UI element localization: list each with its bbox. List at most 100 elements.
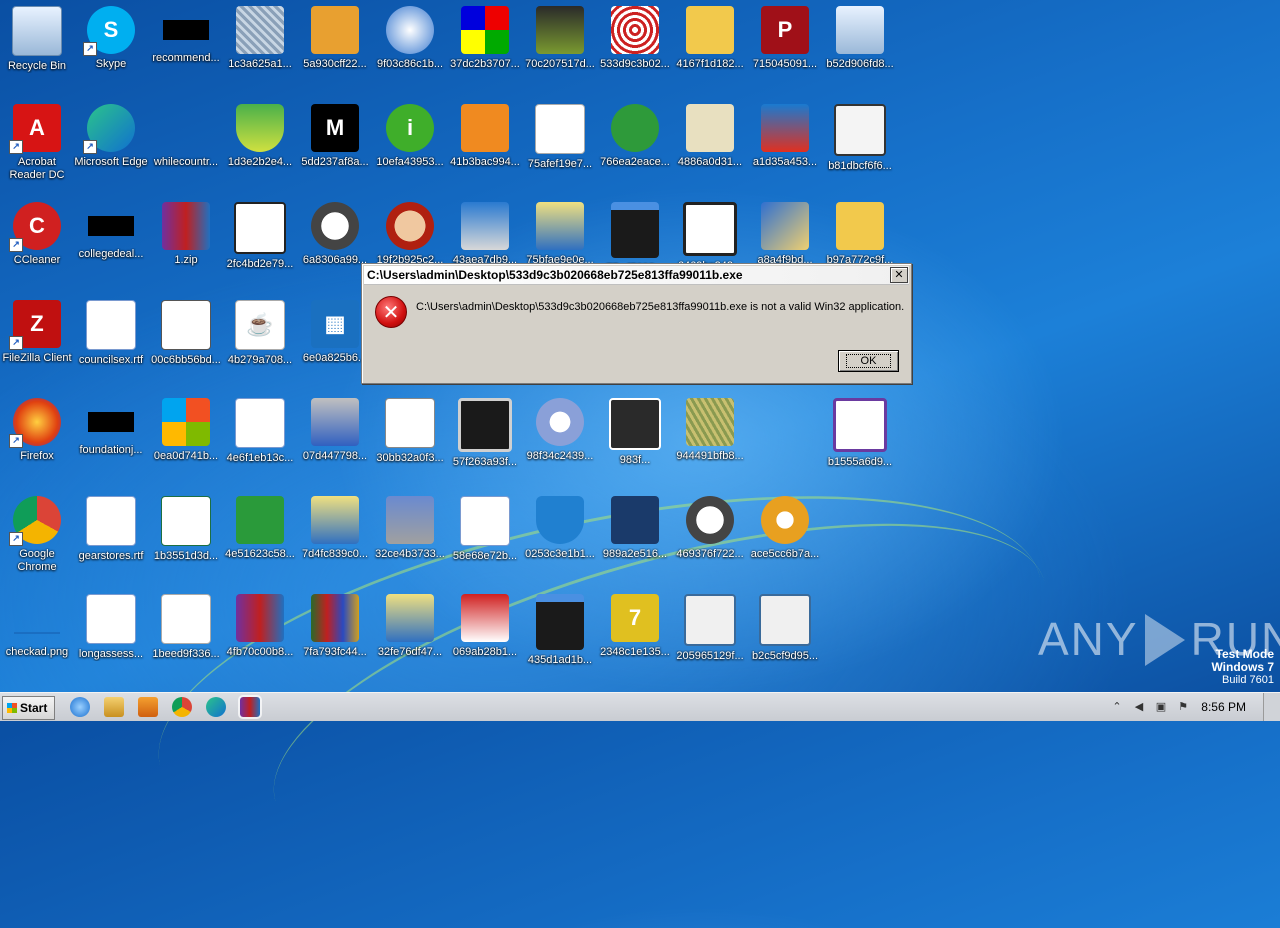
- desktop-icon[interactable]: 435d1ad1b...: [523, 588, 597, 678]
- desktop-icon[interactable]: 4fb70c00b8...: [223, 588, 297, 678]
- desktop-icon[interactable]: 1c3a625a1...: [223, 0, 297, 90]
- desktop-icon[interactable]: 7fa793fc44...: [298, 588, 372, 678]
- dialog-titlebar[interactable]: C:\Users\admin\Desktop\533d9c3b020668eb7…: [364, 266, 909, 285]
- desktop-icon[interactable]: 4e6f1eb13c...: [223, 392, 297, 482]
- taskbar-chrome-icon[interactable]: [172, 697, 192, 717]
- desktop-icon-label: whilecountr...: [153, 156, 219, 168]
- clapper-icon: [536, 594, 584, 650]
- desktop-icon[interactable]: 9f03c86c1b...: [373, 0, 447, 90]
- desktop-icon[interactable]: C ↗ CCleaner: [0, 196, 74, 286]
- desktop-icon[interactable]: ace5cc6b7a...: [748, 490, 822, 580]
- desktop-icon[interactable]: 069ab28b1...: [448, 588, 522, 678]
- desktop-icon[interactable]: M 5dd237af8a...: [298, 98, 372, 188]
- clock[interactable]: 8:56 PM: [1201, 700, 1246, 714]
- taskbar-ie-icon[interactable]: [70, 697, 90, 717]
- desktop-icon-label: 4b279a708...: [227, 354, 293, 366]
- desktop-icon[interactable]: Recycle Bin: [0, 0, 74, 90]
- desktop-icon-label: 32fe76df47...: [377, 646, 443, 658]
- desktop-icon[interactable]: 75afef19e7...: [523, 98, 597, 188]
- desktop-icon[interactable]: b52d906fd8...: [823, 0, 897, 90]
- desktop-icon[interactable]: longassess...: [74, 588, 148, 678]
- desktop-icon[interactable]: b81dbcf6f6...: [823, 98, 897, 188]
- desktop-icon[interactable]: foundationj...: [74, 392, 148, 482]
- desktop-icon[interactable]: 57f263a93f...: [448, 392, 522, 482]
- desktop-icon[interactable]: 70c207517d...: [523, 0, 597, 90]
- network-icon[interactable]: ▣: [1154, 700, 1168, 714]
- desktop-icon[interactable]: S ↗ Skype: [74, 0, 148, 90]
- desktop-icon[interactable]: 0253c3e1b1...: [523, 490, 597, 580]
- word-doc-icon: [235, 398, 285, 448]
- desktop-icon[interactable]: 5a930cff22...: [298, 0, 372, 90]
- folder-icon: [686, 6, 734, 54]
- desktop-icon[interactable]: 32fe76df47...: [373, 588, 447, 678]
- desktop-icon-label: 41b3bac994...: [450, 156, 520, 168]
- desktop-icon-label: 944491bfb8...: [676, 450, 744, 462]
- desktop-icon-label: 57f263a93f...: [452, 456, 518, 468]
- desktop-icon[interactable]: 2fc4bd2e79...: [223, 196, 297, 286]
- desktop-icon[interactable]: 4e51623c58...: [223, 490, 297, 580]
- desktop-icon[interactable]: 944491bfb8...: [673, 392, 747, 482]
- installer-cd-icon: [536, 398, 584, 446]
- desktop-icon[interactable]: ↗ Google Chrome: [0, 490, 74, 580]
- desktop-icon[interactable]: 205965129f...: [673, 588, 747, 678]
- chrome-icon: ↗: [9, 496, 61, 546]
- desktop-icon[interactable]: 766ea2eace...: [598, 98, 672, 188]
- desktop-icon[interactable]: councilsex.rtf: [74, 294, 148, 384]
- desktop-icon[interactable]: 30bb32a0f3...: [373, 392, 447, 482]
- desktop-icon-label: 0253c3e1b1...: [525, 548, 595, 560]
- desktop-icon[interactable]: Z ↗ FileZilla Client: [0, 294, 74, 384]
- desktop-icon[interactable]: 1b3551d3d...: [149, 490, 223, 580]
- desktop-icon[interactable]: A ↗ Acrobat Reader DC: [0, 98, 74, 188]
- desktop-icon[interactable]: 4886a0d31...: [673, 98, 747, 188]
- flag-icon[interactable]: ⚑: [1176, 700, 1190, 714]
- desktop-icon[interactable]: ↗ Microsoft Edge: [74, 98, 148, 188]
- desktop-icon[interactable]: 1d3e2b2e4...: [223, 98, 297, 188]
- desktop-icon[interactable]: checkad.png: [0, 588, 74, 678]
- desktop-icon[interactable]: 7 2348c1e135...: [598, 588, 672, 678]
- desktop-icon[interactable]: 41b3bac994...: [448, 98, 522, 188]
- ok-button[interactable]: OK: [838, 350, 899, 372]
- desktop-icon-label: FileZilla Client: [2, 352, 72, 364]
- taskbar-winrar-icon[interactable]: [238, 695, 262, 719]
- dialog-close-button[interactable]: ✕: [890, 267, 908, 283]
- desktop-icon[interactable]: 469376f722...: [673, 490, 747, 580]
- desktop-icon[interactable]: 1.zip: [149, 196, 223, 286]
- desktop-icon[interactable]: 4167f1d182...: [673, 0, 747, 90]
- desktop-icon[interactable]: 32ce4b3733...: [373, 490, 447, 580]
- desktop-icon[interactable]: collegedeal...: [74, 196, 148, 286]
- desktop-icon[interactable]: 533d9c3b02...: [598, 0, 672, 90]
- desktop-icon[interactable]: gearstores.rtf: [74, 490, 148, 580]
- desktop-icon[interactable]: a1d35a453...: [748, 98, 822, 188]
- desktop-icon[interactable]: whilecountr...: [149, 98, 223, 188]
- color-grid-icon: [461, 6, 509, 54]
- desktop-icon-label: 9f03c86c1b...: [376, 58, 444, 70]
- desktop-icon[interactable]: 58e68e72b...: [448, 490, 522, 580]
- desktop-icon[interactable]: 7d4fc839c0...: [298, 490, 372, 580]
- taskbar-edge-icon[interactable]: [206, 697, 226, 717]
- filezilla-icon: Z ↗: [9, 300, 61, 350]
- acrobat-icon: A ↗: [9, 104, 61, 154]
- desktop-icon[interactable]: 00c6bb56bd...: [149, 294, 223, 384]
- desktop-icon[interactable]: 989a2e516...: [598, 490, 672, 580]
- desktop-icon[interactable]: b1555a6d9...: [823, 392, 897, 482]
- tray-expand-icon[interactable]: ⌃: [1110, 700, 1124, 714]
- volume-icon[interactable]: ◀: [1132, 700, 1146, 714]
- desktop-icon[interactable]: ↗ Firefox: [0, 392, 74, 482]
- taskbar-media-player-icon[interactable]: [138, 697, 158, 717]
- desktop-icon[interactable]: P 715045091...: [748, 0, 822, 90]
- desktop-icon[interactable]: 07d447798...: [298, 392, 372, 482]
- desktop-icon[interactable]: i 10efa43953...: [373, 98, 447, 188]
- desktop-icon[interactable]: 983f...: [598, 392, 672, 482]
- show-desktop-button[interactable]: [1263, 693, 1280, 721]
- desktop-icon[interactable]: 1beed9f336...: [149, 588, 223, 678]
- desktop-icon-label: 4e51623c58...: [225, 548, 295, 560]
- start-button[interactable]: Start: [2, 696, 55, 720]
- usb-icon: [536, 6, 584, 54]
- desktop-icon[interactable]: 98f34c2439...: [523, 392, 597, 482]
- desktop-icon[interactable]: ☕ 4b279a708...: [223, 294, 297, 384]
- desktop-icon[interactable]: recommend...: [149, 0, 223, 90]
- desktop-icon[interactable]: 0ea0d741b...: [149, 392, 223, 482]
- desktop-icon[interactable]: b2c5cf9d95...: [748, 588, 822, 678]
- taskbar-explorer-icon[interactable]: [104, 697, 124, 717]
- desktop-icon[interactable]: 37dc2b3707...: [448, 0, 522, 90]
